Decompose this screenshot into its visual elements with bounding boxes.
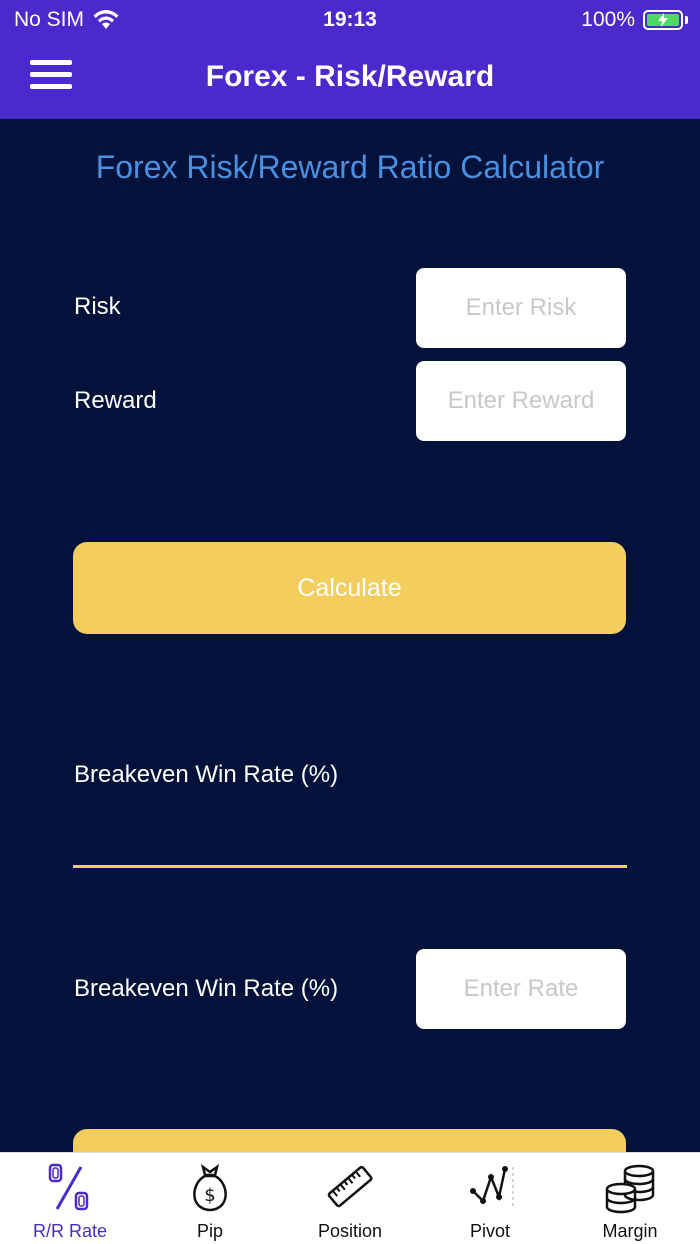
reward-label: Reward bbox=[74, 387, 157, 414]
calculator-panel: Forex Risk/Reward Ratio Calculator Risk … bbox=[0, 119, 700, 1152]
pivot-chart-icon bbox=[470, 1166, 514, 1207]
battery-percent: 100% bbox=[581, 8, 635, 31]
calculator-heading: Forex Risk/Reward Ratio Calculator bbox=[95, 149, 605, 185]
risk-input[interactable] bbox=[416, 268, 626, 348]
nav-bar: Forex - Risk/Reward bbox=[0, 40, 700, 119]
coins-icon bbox=[605, 1164, 655, 1214]
result-underline bbox=[73, 865, 627, 868]
second-calculate-button[interactable] bbox=[73, 1129, 626, 1152]
tab-pip[interactable]: $ Pip bbox=[140, 1153, 280, 1244]
tab-position[interactable]: Position bbox=[280, 1153, 420, 1244]
top-bar: No SIM 19:13 100% Forex - Risk/Reward bbox=[0, 0, 700, 119]
breakeven-result-label: Breakeven Win Rate (%) bbox=[74, 761, 339, 788]
tab-label: R/R Rate bbox=[32, 1221, 108, 1241]
percent-icon bbox=[48, 1163, 89, 1211]
tab-label: Position bbox=[317, 1221, 383, 1241]
battery-icon bbox=[643, 10, 683, 30]
tab-rr-rate[interactable]: R/R Rate bbox=[0, 1153, 140, 1244]
risk-label: Risk bbox=[74, 293, 121, 320]
tab-margin[interactable]: Margin bbox=[560, 1153, 700, 1244]
tab-label: Margin bbox=[602, 1221, 658, 1241]
calculate-button[interactable]: Calculate bbox=[73, 542, 626, 634]
svg-text:$: $ bbox=[204, 1185, 215, 1206]
reward-input[interactable] bbox=[416, 361, 626, 441]
tab-label: Pivot bbox=[469, 1221, 511, 1241]
status-bar: No SIM 19:13 100% bbox=[0, 0, 700, 40]
battery-indicator: 100% bbox=[581, 8, 688, 32]
page-title: Forex - Risk/Reward bbox=[205, 60, 495, 93]
rate-input[interactable] bbox=[416, 949, 626, 1029]
ruler-icon bbox=[327, 1165, 373, 1208]
tab-pivot[interactable]: Pivot bbox=[420, 1153, 560, 1244]
tab-bar: R/R Rate $ Pip Position Pivot Margin bbox=[0, 1152, 700, 1244]
tab-label: Pip bbox=[196, 1221, 223, 1241]
money-bag-icon: $ bbox=[193, 1164, 227, 1212]
rate-label: Breakeven Win Rate (%) bbox=[74, 975, 339, 1002]
